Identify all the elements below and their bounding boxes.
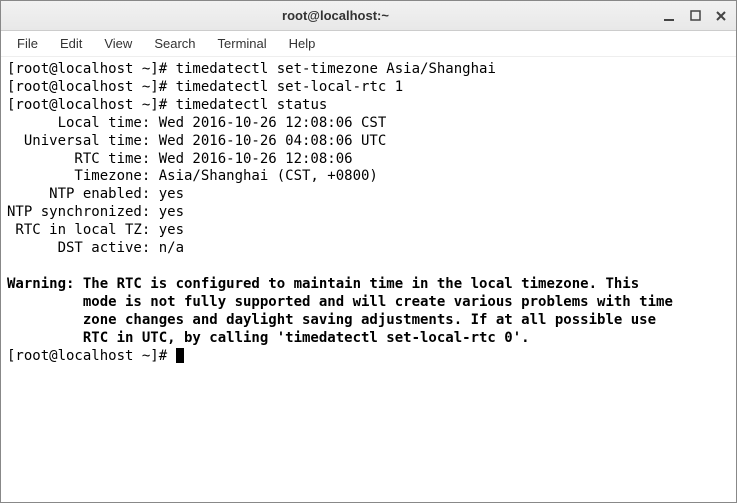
prompt: [root@localhost ~]# <box>7 97 176 113</box>
prompt: [root@localhost ~]# <box>7 348 176 364</box>
warning-label: Warning: <box>7 276 83 292</box>
output-text: Local time: Wed 2016-10-26 12:08:06 CST … <box>7 115 386 256</box>
menu-terminal[interactable]: Terminal <box>208 33 277 54</box>
minimize-button[interactable] <box>662 9 676 23</box>
terminal-cursor <box>176 348 184 363</box>
window-controls <box>662 9 728 23</box>
window-title: root@localhost:~ <box>9 8 662 23</box>
warning-text: The RTC is configured to maintain time i… <box>7 276 673 346</box>
menubar: File Edit View Search Terminal Help <box>1 31 736 57</box>
close-icon <box>715 10 727 22</box>
menu-search[interactable]: Search <box>144 33 205 54</box>
window-titlebar: root@localhost:~ <box>1 1 736 31</box>
command-text: timedatectl set-local-rtc 1 <box>176 79 404 95</box>
menu-help[interactable]: Help <box>279 33 326 54</box>
terminal-output[interactable]: [root@localhost ~]# timedatectl set-time… <box>1 57 736 502</box>
minimize-icon <box>663 10 675 22</box>
menu-view[interactable]: View <box>94 33 142 54</box>
menu-edit[interactable]: Edit <box>50 33 92 54</box>
command-text: timedatectl set-timezone Asia/Shanghai <box>176 61 496 77</box>
prompt: [root@localhost ~]# <box>7 61 176 77</box>
prompt: [root@localhost ~]# <box>7 79 176 95</box>
maximize-icon <box>690 10 701 21</box>
command-text: timedatectl status <box>176 97 328 113</box>
close-button[interactable] <box>714 9 728 23</box>
maximize-button[interactable] <box>688 9 702 23</box>
menu-file[interactable]: File <box>7 33 48 54</box>
